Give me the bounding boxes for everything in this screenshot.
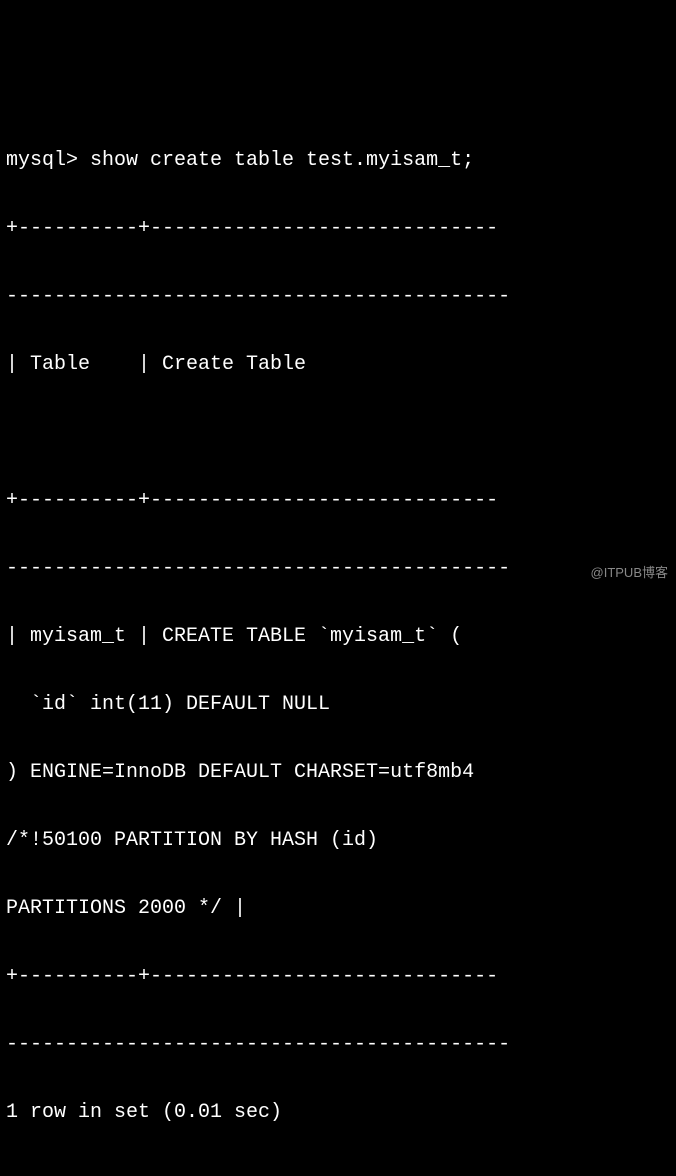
result-summary: 1 row in set (0.01 sec): [6, 1096, 670, 1130]
table-row: `id` int(11) DEFAULT NULL: [6, 688, 670, 722]
table-border: +----------+----------------------------…: [6, 960, 670, 994]
table-row: /*!50100 PARTITION BY HASH (id): [6, 824, 670, 858]
sql-command: show create table test.myisam_t;: [90, 149, 474, 172]
table-border: ----------------------------------------…: [6, 280, 670, 314]
mysql-prompt: mysql>: [6, 149, 90, 172]
blank-line: [6, 416, 670, 450]
table-border: +----------+----------------------------…: [6, 484, 670, 518]
blank-line: [6, 1164, 670, 1176]
table-border: ----------------------------------------…: [6, 552, 670, 586]
table-row: | myisam_t | CREATE TABLE `myisam_t` (: [6, 620, 670, 654]
terminal-line-command: mysql> show create table test.myisam_t;: [6, 144, 670, 178]
table-row: PARTITIONS 2000 */ |: [6, 892, 670, 926]
table-header: | Table | Create Table: [6, 348, 670, 382]
table-border: ----------------------------------------…: [6, 1028, 670, 1062]
table-row: ) ENGINE=InnoDB DEFAULT CHARSET=utf8mb4: [6, 756, 670, 790]
watermark-text: @ITPUB博客: [591, 562, 668, 584]
table-border: +----------+----------------------------…: [6, 212, 670, 246]
